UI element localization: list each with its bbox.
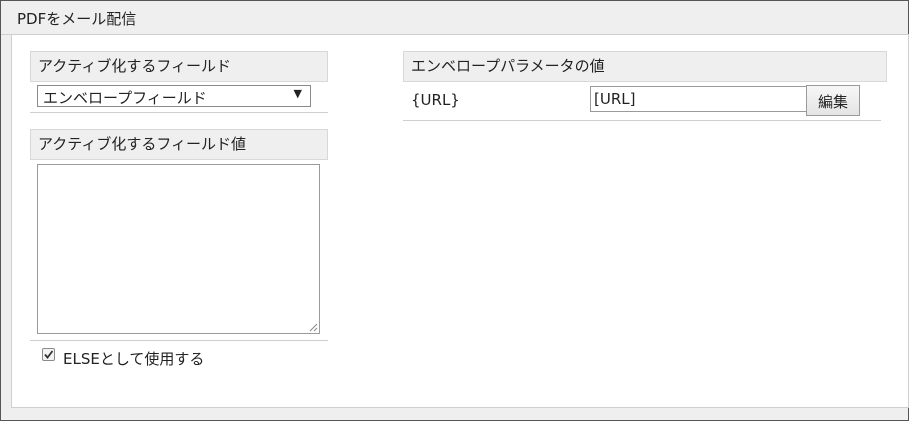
checkmark-icon — [44, 350, 54, 359]
param-value-input[interactable]: [URL] — [590, 86, 807, 112]
params-section-header: エンベロープパラメータの値 — [403, 51, 887, 82]
divider — [403, 120, 881, 121]
param-value: [URL] — [594, 90, 636, 108]
resize-grip-icon[interactable] — [308, 322, 318, 332]
title-bar: PDFをメール配信 — [1, 1, 908, 35]
field-section-header: アクティブ化するフィールド — [30, 51, 328, 82]
value-section-header: アクティブ化するフィールド値 — [30, 129, 328, 160]
edit-button[interactable]: 編集 — [806, 85, 860, 116]
window-title: PDFをメール配信 — [17, 10, 137, 28]
param-key: {URL} — [411, 91, 460, 109]
field-value-textarea[interactable] — [37, 164, 320, 334]
caret-down-icon: ▼ — [293, 87, 302, 100]
content-panel: アクティブ化するフィールド エンベロープフィールド ▼ アクティブ化するフィール… — [11, 34, 909, 408]
divider — [30, 340, 328, 341]
field-select-value: エンベロープフィールド — [43, 89, 207, 107]
params-section-title: エンベロープパラメータの値 — [411, 57, 605, 75]
dialog-window: PDFをメール配信 アクティブ化するフィールド エンベロープフィールド ▼ アク… — [0, 0, 909, 421]
field-section-title: アクティブ化するフィールド — [38, 57, 232, 75]
else-checkbox[interactable] — [42, 348, 55, 361]
divider — [30, 112, 328, 113]
else-checkbox-label: ELSEとして使用する — [63, 350, 205, 368]
value-section-title: アクティブ化するフィールド値 — [38, 135, 247, 153]
field-select[interactable]: エンベロープフィールド ▼ — [37, 85, 311, 107]
